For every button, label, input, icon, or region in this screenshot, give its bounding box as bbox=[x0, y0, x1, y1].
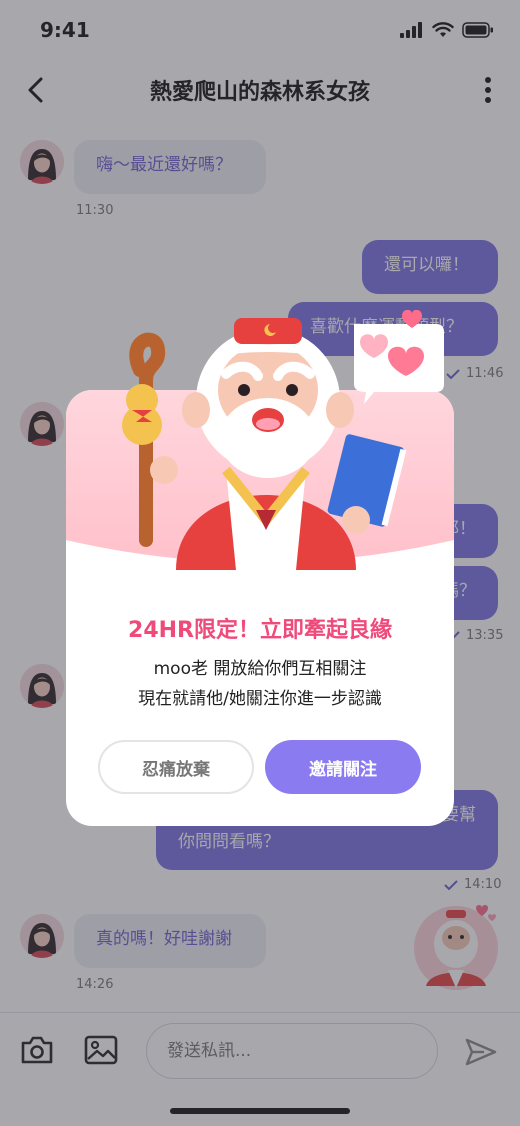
modal-headline: 24HR限定！立即牽起良緣 bbox=[128, 618, 392, 643]
invite-follow-button[interactable]: 邀請關注 bbox=[265, 740, 421, 794]
follow-invite-modal: 24HR限定！立即牽起良緣 moo老 開放給你們互相關注 現在就請他/她關注你進… bbox=[66, 310, 454, 826]
modal-body-line-2: 現在就請他/她關注你進一步認識 bbox=[138, 689, 382, 709]
modal-body-line-1: moo老 開放給你們互相關注 bbox=[153, 659, 367, 679]
decline-button[interactable]: 忍痛放棄 bbox=[98, 740, 254, 794]
old-man-mascot-illustration bbox=[122, 310, 444, 570]
